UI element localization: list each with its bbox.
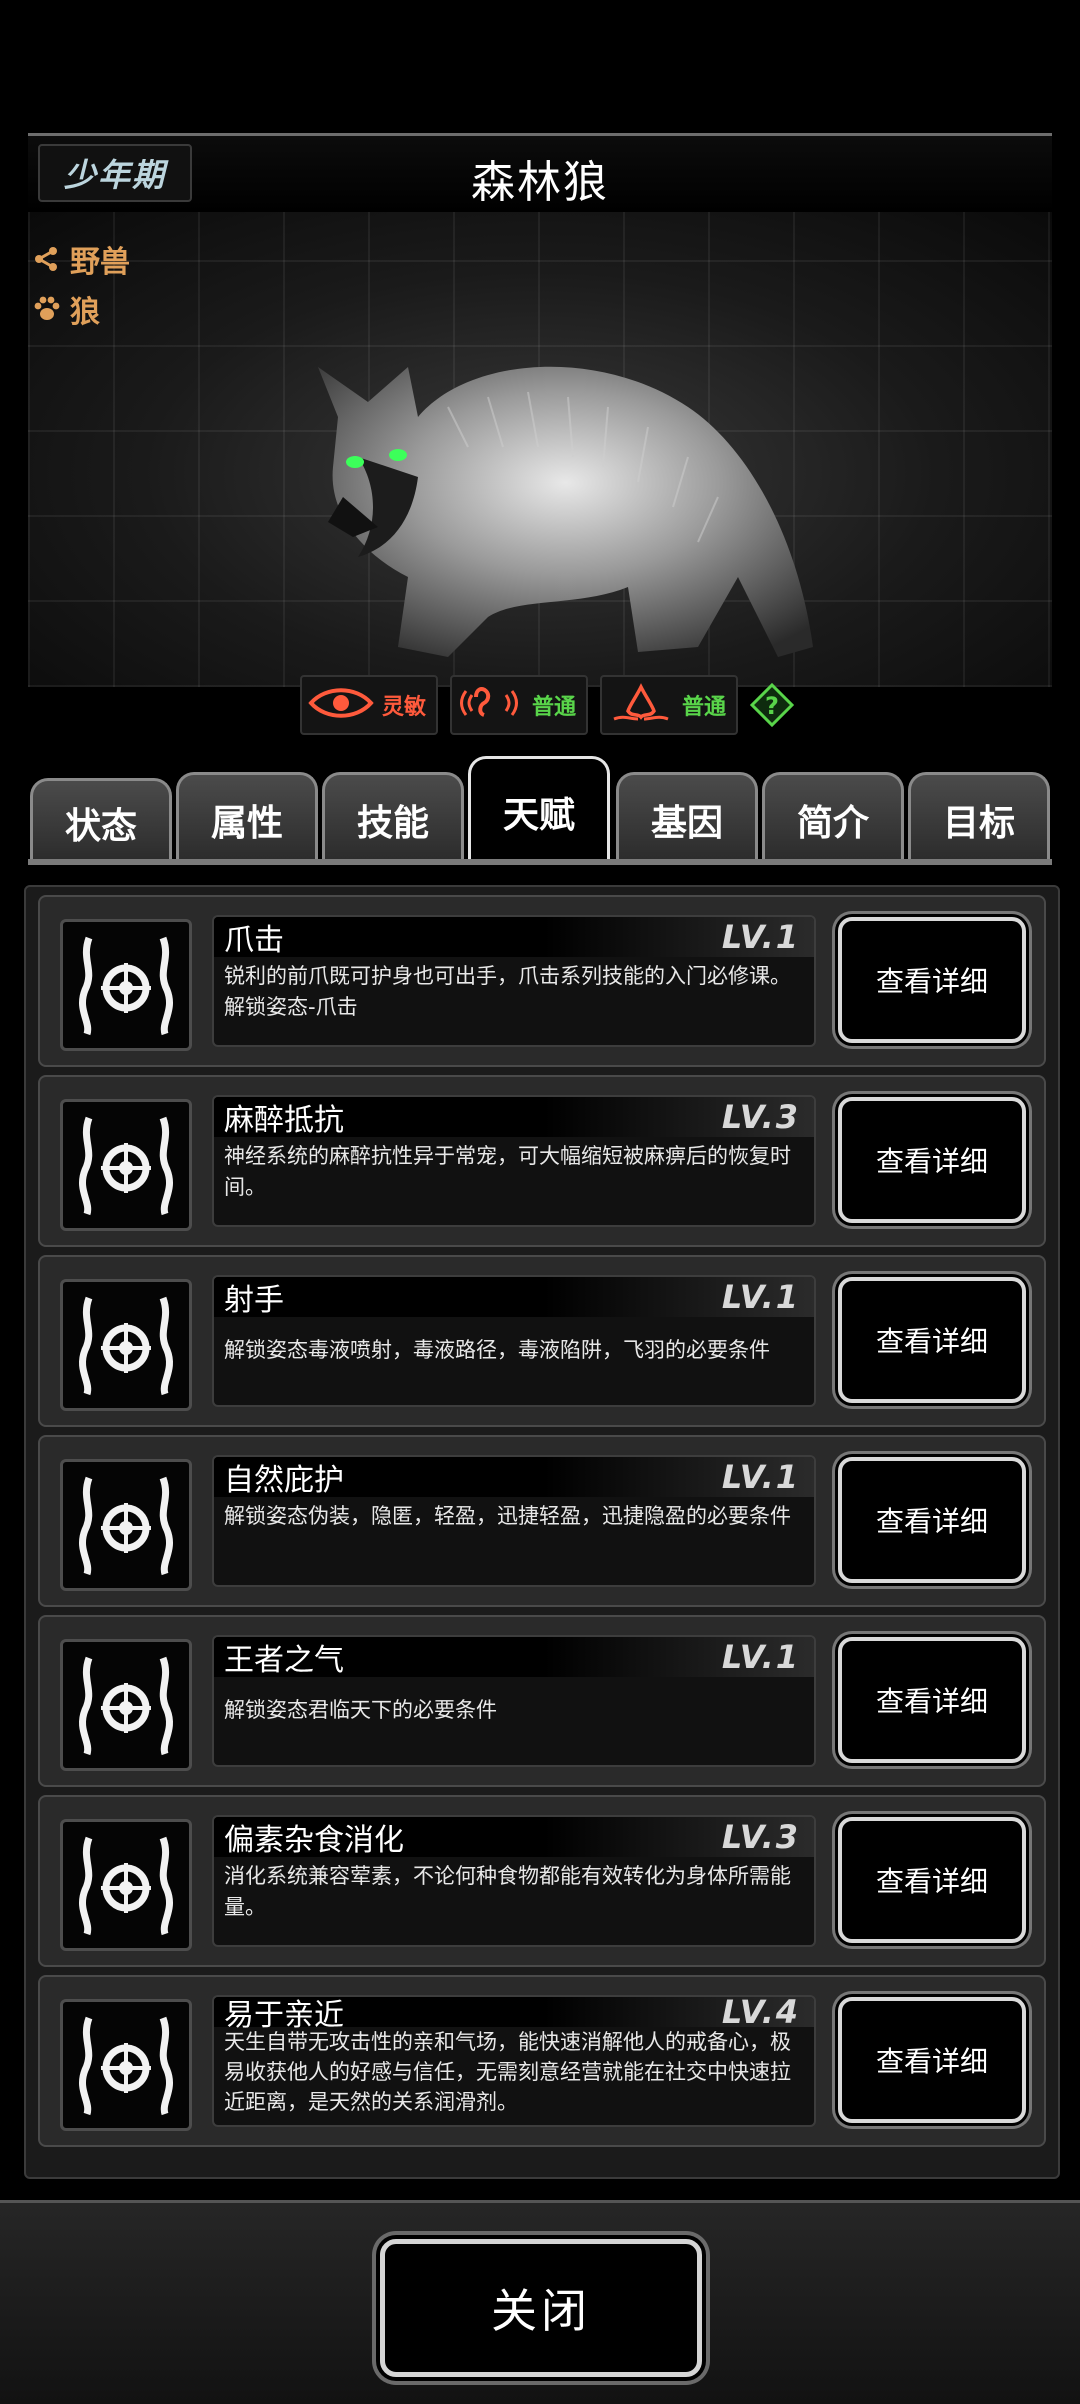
talent-name: 偏素杂食消化: [224, 1823, 404, 1858]
ear-icon: [458, 683, 524, 727]
talent-info: 麻醉抵抗 LV.3 神经系统的麻醉抗性异于常宠，可大幅缩短被麻痹后的恢复时间。: [212, 1095, 816, 1227]
tab-goals[interactable]: 目标: [908, 772, 1050, 865]
tab-divider: [28, 859, 1052, 865]
talent-level: LV.1: [721, 918, 800, 956]
view-details-button[interactable]: 查看详细: [838, 917, 1026, 1043]
svg-text:?: ?: [765, 692, 779, 720]
talent-name: 自然庇护: [224, 1463, 344, 1498]
talent-item: 爪击 LV.1 锐利的前爪既可护身也可出手，爪击系列技能的入门必修课。解锁姿态-…: [38, 895, 1046, 1067]
talent-name-bar: 王者之气 LV.1: [214, 1637, 814, 1678]
talent-info: 偏素杂食消化 LV.3 消化系统兼容荤素，不论何种食物都能有效转化为身体所需能量…: [212, 1815, 816, 1947]
sense-sight-label: 灵敏: [382, 695, 427, 720]
talent-emblem-icon: [60, 1459, 192, 1591]
talent-name: 射手: [224, 1283, 284, 1318]
sense-hearing[interactable]: 普通: [450, 675, 589, 735]
tab-talents[interactable]: 天赋: [468, 756, 610, 865]
sense-indicators: 灵敏 普通 普通 ?: [300, 675, 795, 735]
talent-level: LV.1: [721, 1638, 800, 1676]
talent-level: LV.1: [721, 1278, 800, 1316]
talent-emblem-icon: [60, 1099, 192, 1231]
talent-name: 麻醉抵抗: [224, 1103, 344, 1138]
help-icon[interactable]: ?: [750, 683, 795, 727]
share-node-icon: [32, 245, 66, 273]
talent-level: LV.3: [721, 1818, 800, 1856]
sense-smell-label: 普通: [682, 695, 727, 720]
talent-description: 解锁姿态君临天下的必要条件: [224, 1698, 497, 1722]
talent-description: 消化系统兼容荤素，不论何种食物都能有效转化为身体所需能量。: [224, 1864, 791, 1919]
talent-level: LV.1: [721, 1458, 800, 1496]
talent-item: 王者之气 LV.1 解锁姿态君临天下的必要条件 查看详细: [38, 1615, 1046, 1787]
talent-emblem-icon: [60, 1279, 192, 1411]
talent-description: 神经系统的麻醉抗性异于常宠，可大幅缩短被麻痹后的恢复时间。: [224, 1144, 791, 1199]
talent-item: 射手 LV.1 解锁姿态毒液喷射，毒液路径，毒液陷阱，飞羽的必要条件 查看详细: [38, 1255, 1046, 1427]
game-screen: 少年期 森林狼 野兽 狼 灵敏 普通 普通 ? 状态 属性 技能 天赋 基因 简…: [0, 0, 1080, 2404]
talent-emblem-icon: [60, 1639, 192, 1771]
view-details-button[interactable]: 查看详细: [838, 1457, 1026, 1583]
talent-info: 王者之气 LV.1 解锁姿态君临天下的必要条件: [212, 1635, 816, 1767]
talent-description: 锐利的前爪既可护身也可出手，爪击系列技能的入门必修课。解锁姿态-爪击: [224, 964, 791, 1019]
pet-name-title: 森林狼: [471, 157, 609, 208]
talent-item: 偏素杂食消化 LV.3 消化系统兼容荤素，不论何种食物都能有效转化为身体所需能量…: [38, 1795, 1046, 1967]
talent-info: 易于亲近 LV.4 天生自带无攻击性的亲和气场，能快速消解他人的戒备心，极易收获…: [212, 1995, 816, 2127]
talent-item: 麻醉抵抗 LV.3 神经系统的麻醉抗性异于常宠，可大幅缩短被麻痹后的恢复时间。 …: [38, 1075, 1046, 1247]
tab-genes[interactable]: 基因: [616, 772, 758, 865]
talent-name-bar: 麻醉抵抗 LV.3: [214, 1097, 814, 1138]
tab-skills[interactable]: 技能: [322, 772, 464, 865]
talent-emblem-icon: [60, 1819, 192, 1951]
view-details-button[interactable]: 查看详细: [838, 1637, 1026, 1763]
tab-attributes[interactable]: 属性: [176, 772, 318, 865]
tag-species: 狼: [32, 284, 130, 334]
sense-sight[interactable]: 灵敏: [300, 675, 439, 735]
view-details-button[interactable]: 查看详细: [838, 1277, 1026, 1403]
talent-name-bar: 射手 LV.1: [214, 1277, 814, 1318]
nose-icon: [608, 683, 674, 727]
talent-name: 爪击: [224, 923, 284, 958]
talent-description: 解锁姿态伪装，隐匿，轻盈，迅捷轻盈，迅捷隐盈的必要条件: [224, 1504, 791, 1528]
talent-description: 解锁姿态毒液喷射，毒液路径，毒液陷阱，飞羽的必要条件: [224, 1338, 770, 1362]
talent-description: 天生自带无攻击性的亲和气场，能快速消解他人的戒备心，极易收获他人的好感与信任，无…: [224, 2030, 791, 2114]
view-details-button[interactable]: 查看详细: [838, 1817, 1026, 1943]
pet-portrait: 野兽 狼: [28, 212, 1052, 687]
talent-level: LV.4: [721, 1995, 800, 2031]
header-bar: 少年期 森林狼: [28, 133, 1052, 215]
tag-category: 野兽: [32, 234, 130, 284]
talent-name-bar: 易于亲近 LV.4: [214, 1997, 814, 2033]
talent-list[interactable]: 爪击 LV.1 锐利的前爪既可护身也可出手，爪击系列技能的入门必修课。解锁姿态-…: [24, 885, 1060, 2179]
talent-item: 自然庇护 LV.1 解锁姿态伪装，隐匿，轻盈，迅捷轻盈，迅捷隐盈的必要条件 查看…: [38, 1435, 1046, 1607]
tag-species-label: 狼: [70, 295, 100, 330]
sense-smell[interactable]: 普通: [600, 675, 739, 735]
talent-level: LV.3: [721, 1098, 800, 1136]
wolf-illustration: [318, 366, 813, 657]
talent-item: 易于亲近 LV.4 天生自带无攻击性的亲和气场，能快速消解他人的戒备心，极易收获…: [38, 1975, 1046, 2147]
footer-bar: 关闭: [0, 2200, 1080, 2404]
tab-bar: 状态 属性 技能 天赋 基因 简介 目标: [28, 756, 1052, 865]
paw-icon: [32, 294, 66, 324]
talent-name-bar: 自然庇护 LV.1: [214, 1457, 814, 1498]
tab-intro[interactable]: 简介: [762, 772, 904, 865]
talent-emblem-icon: [60, 919, 192, 1051]
talent-name-bar: 偏素杂食消化 LV.3: [214, 1817, 814, 1858]
talent-info: 爪击 LV.1 锐利的前爪既可护身也可出手，爪击系列技能的入门必修课。解锁姿态-…: [212, 915, 816, 1047]
view-details-button[interactable]: 查看详细: [838, 1097, 1026, 1223]
close-button[interactable]: 关闭: [380, 2239, 702, 2377]
eye-icon: [308, 683, 374, 727]
sense-hearing-label: 普通: [532, 695, 577, 720]
view-details-button[interactable]: 查看详细: [838, 1997, 1026, 2123]
talent-name: 王者之气: [224, 1643, 344, 1678]
pet-tags: 野兽 狼: [32, 234, 130, 334]
talent-info: 射手 LV.1 解锁姿态毒液喷射，毒液路径，毒液陷阱，飞羽的必要条件: [212, 1275, 816, 1407]
tab-status[interactable]: 状态: [30, 778, 172, 865]
talent-info: 自然庇护 LV.1 解锁姿态伪装，隐匿，轻盈，迅捷轻盈，迅捷隐盈的必要条件: [212, 1455, 816, 1587]
talent-emblem-icon: [60, 1999, 192, 2131]
tag-category-label: 野兽: [70, 245, 130, 280]
talent-name-bar: 爪击 LV.1: [214, 917, 814, 958]
